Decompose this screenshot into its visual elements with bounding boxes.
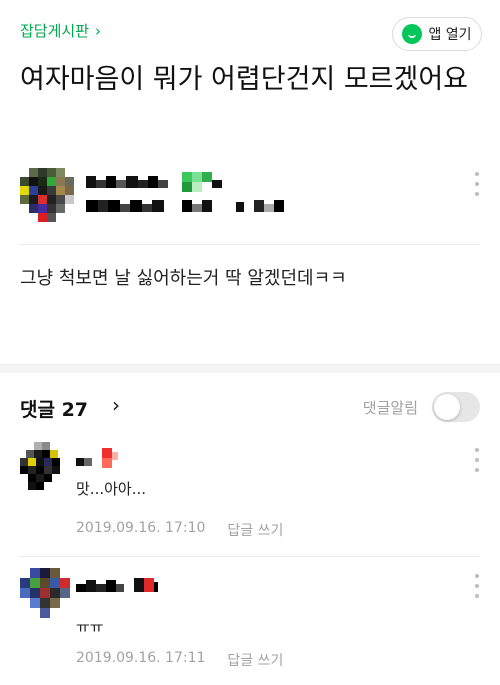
toggle-knob	[434, 394, 460, 420]
comment-timestamp: 2019.09.16. 17:11	[76, 650, 206, 666]
reply-button[interactable]: 답글 쓰기	[227, 520, 283, 540]
board-breadcrumb-link[interactable]: 잡담게시판 ›	[20, 20, 101, 41]
comment-meta: 2019.09.16. 17:11 답글 쓰기	[76, 650, 283, 670]
author-meta-censored	[86, 196, 306, 220]
comment-more-icon[interactable]	[474, 448, 480, 472]
author-avatar[interactable]	[20, 168, 74, 222]
naver-app-icon	[402, 24, 423, 44]
comment-item: ㅠㅠ 2019.09.16. 17:11 답글 쓰기	[20, 568, 480, 678]
post-title: 여자마음이 뭐가 어렵단건지 모르겠어요	[20, 64, 469, 95]
avatar-mosaic-image	[20, 568, 70, 618]
open-app-button[interactable]: 앱 열기	[392, 17, 482, 51]
comment-alarm-toggle[interactable]	[432, 392, 480, 422]
comment-divider	[20, 556, 480, 557]
comment-alarm-label: 댓글알림	[362, 399, 418, 417]
commenter-avatar[interactable]	[20, 442, 66, 498]
comment-text: ㅠㅠ	[76, 618, 104, 636]
post-body: 그냥 척보면 날 싫어하는거 딱 알겠던데ㅋㅋ	[20, 268, 347, 289]
open-app-label: 앱 열기	[428, 27, 472, 43]
post-more-icon[interactable]	[474, 172, 480, 196]
comments-header: 댓글 27 › 댓글알림	[20, 392, 480, 422]
chevron-right-icon[interactable]: ›	[112, 393, 120, 417]
comment-timestamp: 2019.09.16. 17:10	[76, 520, 206, 536]
comment-more-icon[interactable]	[474, 574, 480, 598]
commenter-avatar[interactable]	[20, 568, 70, 622]
commenter-name-censored[interactable]	[76, 448, 124, 474]
name-mosaic-image	[86, 172, 222, 192]
avatar-mosaic-image	[20, 168, 74, 222]
comment-item: 맛...아아... 2019.09.16. 17:10 답글 쓰기	[20, 442, 480, 554]
board-name: 잡담게시판	[20, 22, 90, 40]
chevron-right-icon: ›	[95, 21, 102, 40]
name-mosaic-image	[76, 578, 158, 592]
comments-count-link[interactable]: 댓글 27	[20, 395, 88, 422]
meta-mosaic-image	[86, 200, 284, 212]
section-separator	[0, 364, 500, 373]
author-name-censored[interactable]	[86, 172, 226, 196]
comment-text: 맛...아아...	[76, 480, 147, 498]
post-divider	[20, 244, 480, 245]
comment-meta: 2019.09.16. 17:10 답글 쓰기	[76, 520, 283, 540]
post-author-row	[20, 168, 480, 223]
avatar-mosaic-image	[20, 442, 60, 490]
name-mosaic-image	[76, 448, 118, 468]
commenter-name-censored[interactable]	[76, 574, 176, 600]
reply-button[interactable]: 답글 쓰기	[227, 650, 283, 670]
